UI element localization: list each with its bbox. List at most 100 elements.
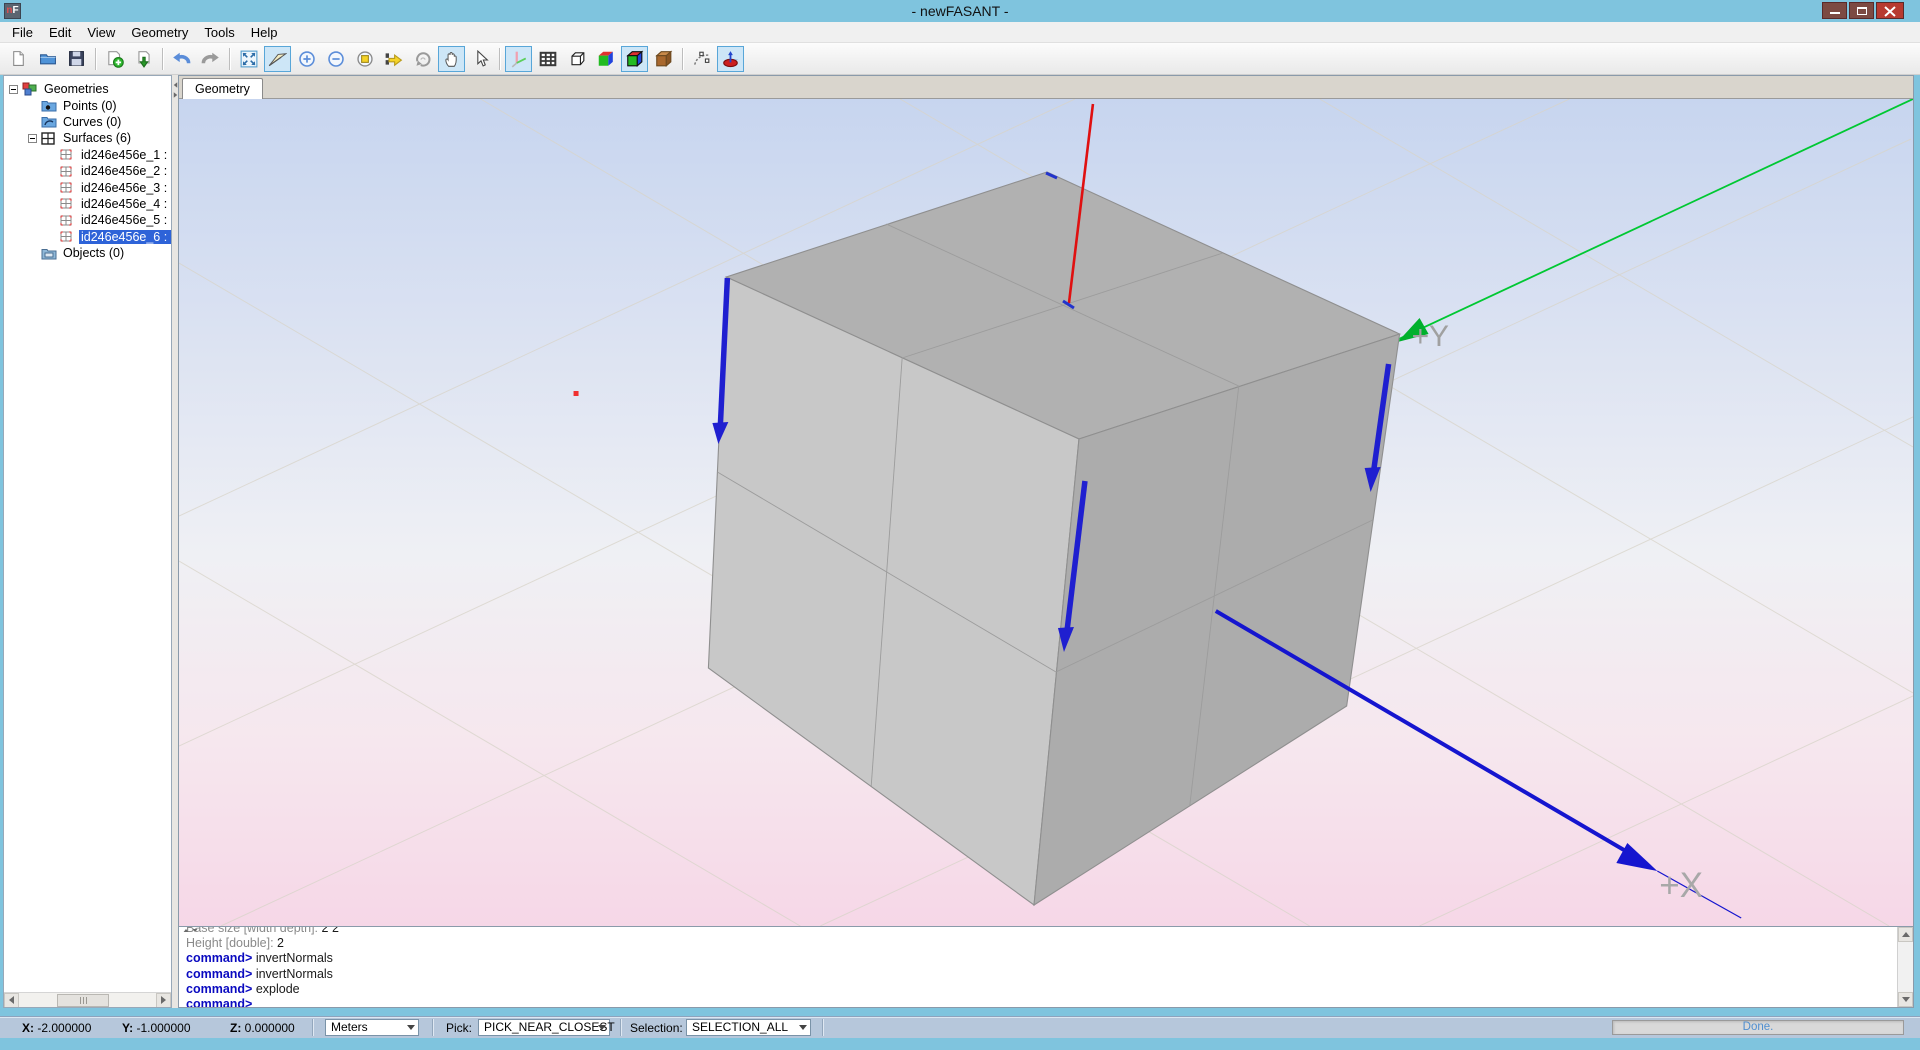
import-add-icon	[106, 50, 124, 68]
show-normals-button[interactable]	[717, 46, 744, 72]
close-button[interactable]	[1876, 2, 1904, 19]
select-button[interactable]	[467, 46, 494, 72]
console-splitter[interactable]	[182, 928, 199, 933]
main-content: Geometry	[178, 75, 1914, 1008]
tree-item-points[interactable]: Points (0)	[4, 97, 171, 113]
rotate-view-button[interactable]	[409, 46, 436, 72]
console-line: command> invertNormals	[186, 967, 1913, 982]
spline-button[interactable]	[688, 46, 715, 72]
collapse-icon[interactable]	[9, 85, 18, 94]
menu-edit[interactable]: Edit	[41, 23, 79, 42]
tree-item-surface-4[interactable]: id246e456e_4 : N	[4, 196, 171, 212]
move-button[interactable]	[380, 46, 407, 72]
pick-dropdown[interactable]: PICK_NEAR_CLOSEST	[478, 1019, 610, 1036]
tree-item-curves[interactable]: Curves (0)	[4, 114, 171, 130]
tree-item-surface-5[interactable]: id246e456e_5 : N	[4, 212, 171, 228]
shaded-view-button[interactable]	[592, 46, 619, 72]
maximize-button[interactable]	[1849, 2, 1874, 19]
tree-item-surface-3[interactable]: id246e456e_3 : N	[4, 179, 171, 195]
toolbar-separator	[162, 48, 163, 70]
tab-strip: Geometry	[179, 76, 1913, 99]
solid-cube-icon	[625, 50, 644, 68]
tree-item-objects[interactable]: Objects (0)	[4, 245, 171, 261]
tree-item-surface-1[interactable]: id246e456e_1 : N	[4, 147, 171, 163]
zoom-window-button[interactable]	[351, 46, 378, 72]
arrow-left-icon	[9, 996, 14, 1004]
viewport-3d[interactable]: +Y +X	[179, 99, 1913, 926]
solid-view-button[interactable]	[621, 46, 648, 72]
move-arrow-icon	[384, 50, 403, 68]
import-button[interactable]	[101, 46, 128, 72]
zoom-out-button[interactable]	[322, 46, 349, 72]
show-axes-button[interactable]	[505, 46, 532, 72]
cube	[708, 172, 1399, 905]
axes-icon	[510, 50, 528, 68]
maximize-icon	[1857, 7, 1867, 15]
show-grid-button[interactable]	[534, 46, 561, 72]
scroll-down-button[interactable]	[1898, 992, 1913, 1007]
scrollbar-thumb[interactable]	[57, 994, 109, 1007]
surface-icon	[59, 213, 75, 227]
collapse-icon[interactable]	[28, 134, 37, 143]
export-button[interactable]	[130, 46, 157, 72]
collapse-left-icon[interactable]	[173, 82, 177, 88]
geometries-icon	[22, 82, 38, 96]
objects-folder-icon	[41, 246, 57, 260]
save-button[interactable]	[63, 46, 90, 72]
zoom-window-icon	[356, 50, 374, 68]
command-console[interactable]: Base size [width depth]: 2 2 Height [dou…	[179, 926, 1913, 1007]
zoom-in-icon	[298, 50, 316, 68]
select-fly-button[interactable]	[264, 46, 291, 72]
wireframe-button[interactable]	[563, 46, 590, 72]
console-line: command> invertNormals	[186, 951, 1913, 966]
zoom-in-button[interactable]	[293, 46, 320, 72]
axis-x-label: +X	[1659, 866, 1703, 905]
console-line: Base size [width depth]: 2 2	[186, 926, 1913, 936]
splitter-down-icon	[193, 929, 198, 932]
redo-button[interactable]	[197, 46, 224, 72]
zoom-out-icon	[327, 50, 345, 68]
expand-right-icon[interactable]	[173, 92, 177, 98]
menu-tools[interactable]: Tools	[196, 23, 242, 42]
minimize-button[interactable]	[1822, 2, 1847, 19]
progress-bar: Done.	[1612, 1020, 1904, 1035]
pan-button[interactable]	[438, 46, 465, 72]
textured-view-button[interactable]	[650, 46, 677, 72]
new-file-button[interactable]	[5, 46, 32, 72]
scroll-right-button[interactable]	[156, 993, 171, 1008]
scroll-up-button[interactable]	[1898, 927, 1913, 942]
hand-icon	[443, 50, 461, 68]
tree-item-geometries[interactable]: Geometries	[4, 81, 171, 97]
geometry-tree-panel: Geometries Points (0) Curves (0) Surface…	[3, 75, 172, 1008]
menu-view[interactable]: View	[79, 23, 123, 42]
tree-item-surface-6-selected[interactable]: id246e456e_6 : N	[4, 229, 171, 245]
tree-item-surfaces[interactable]: Surfaces (6)	[4, 130, 171, 146]
undo-button[interactable]	[168, 46, 195, 72]
menu-geometry[interactable]: Geometry	[123, 23, 196, 42]
console-vertical-scrollbar[interactable]	[1897, 927, 1913, 1007]
redo-icon	[201, 50, 220, 67]
selection-dropdown[interactable]: SELECTION_ALL	[686, 1019, 811, 1036]
new-file-icon	[10, 50, 27, 67]
menu-help[interactable]: Help	[243, 23, 286, 42]
console-line: Height [double]: 2	[186, 936, 1913, 951]
minimize-icon	[1830, 12, 1840, 14]
scroll-left-button[interactable]	[4, 993, 19, 1008]
points-folder-icon	[41, 99, 57, 113]
coord-z: Z: 0.000000	[230, 1021, 295, 1035]
fit-view-button[interactable]	[235, 46, 262, 72]
chevron-down-icon	[799, 1025, 807, 1030]
surface-icon	[59, 197, 75, 211]
tree-horizontal-scrollbar[interactable]	[4, 992, 171, 1007]
menu-file[interactable]: File	[4, 23, 41, 42]
units-dropdown[interactable]: Meters	[325, 1019, 419, 1036]
tree-item-surface-2[interactable]: id246e456e_2 : N	[4, 163, 171, 179]
console-prompt-line[interactable]: command>	[186, 997, 1913, 1007]
surface-icon	[59, 148, 75, 162]
toolbar-separator	[229, 48, 230, 70]
axis-y-label: +Y	[1412, 320, 1449, 353]
open-file-button[interactable]	[34, 46, 61, 72]
tab-geometry[interactable]: Geometry	[182, 78, 263, 99]
console-lines: Base size [width depth]: 2 2 Height [dou…	[179, 926, 1913, 1007]
arrow-right-icon	[161, 996, 166, 1004]
